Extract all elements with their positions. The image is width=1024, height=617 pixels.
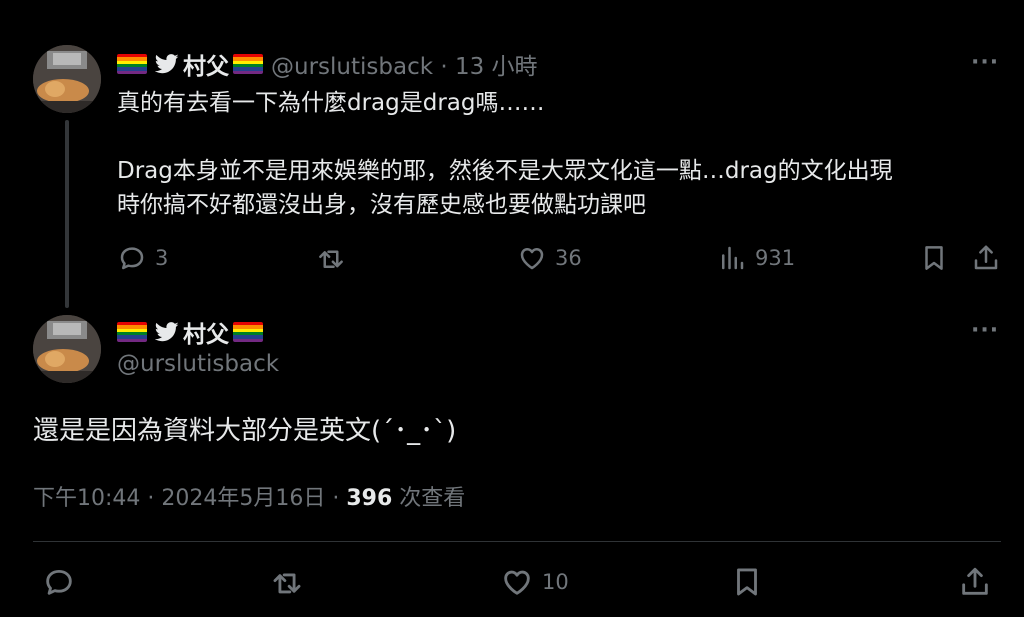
more-icon[interactable]: ··· [971,50,999,75]
like-count: 10 [542,570,569,594]
reply-icon [120,247,144,270]
like-button[interactable]: 36 [517,243,582,273]
retweet-icon [319,250,343,268]
view-count: 396 [346,486,393,511]
share-button[interactable] [971,243,1001,273]
tweet-text: 真的有去看一下為什麼drag是drag嗎…… Drag本身並不是用來娛樂的耶，然… [117,90,893,218]
timestamp[interactable]: 下午10:44 · 2024年5月16日 · [33,486,346,511]
share-button[interactable] [958,565,992,599]
bookmark-button[interactable] [730,565,764,599]
share-icon [962,567,988,595]
views-button[interactable]: 931 [717,243,795,273]
like-icon [520,248,544,270]
display-name[interactable]: 村父 [183,315,229,349]
rainbow-flag-icon [233,54,263,74]
tweet2-header: 村父 [117,316,263,348]
avatar[interactable] [33,45,101,113]
handle-and-time[interactable]: @urslutisback · 13 小時 [271,47,538,81]
reply-count: 3 [155,246,169,270]
like-button[interactable]: 10 [500,565,569,599]
retweet-icon [273,573,301,594]
bookmark-button[interactable] [919,243,949,273]
bird-icon [155,322,179,342]
thread-line [65,120,69,308]
reply-icon [46,569,72,595]
more-icon[interactable]: ··· [971,318,999,343]
display-name[interactable]: 村父 [183,47,229,81]
retweet-button[interactable] [270,565,304,599]
tweet1-header: 村父 @urslutisback · 13 小時 [117,48,538,80]
bookmark-icon [925,246,943,270]
tweet-meta: 下午10:44 · 2024年5月16日 · 396 次查看 [33,480,465,512]
rainbow-flag-icon [117,54,147,74]
like-icon [504,570,530,595]
share-icon [974,245,998,270]
view-count: 931 [755,246,796,270]
like-count: 36 [555,246,582,270]
views-icon [722,246,744,270]
rainbow-flag-icon [233,322,263,342]
view-label: 次查看 [392,486,466,511]
reply-button[interactable]: 3 [117,243,168,273]
bird-icon [155,54,179,74]
avatar[interactable] [33,315,101,383]
reply-button[interactable] [42,565,76,599]
retweet-button[interactable] [316,243,346,273]
tweet-text: 還是是因為資料大部分是英文(´･_･`) [33,416,457,446]
rainbow-flag-icon [117,322,147,342]
divider [33,541,1001,542]
bookmark-icon [737,568,757,596]
handle[interactable]: @urslutisback [117,351,279,377]
